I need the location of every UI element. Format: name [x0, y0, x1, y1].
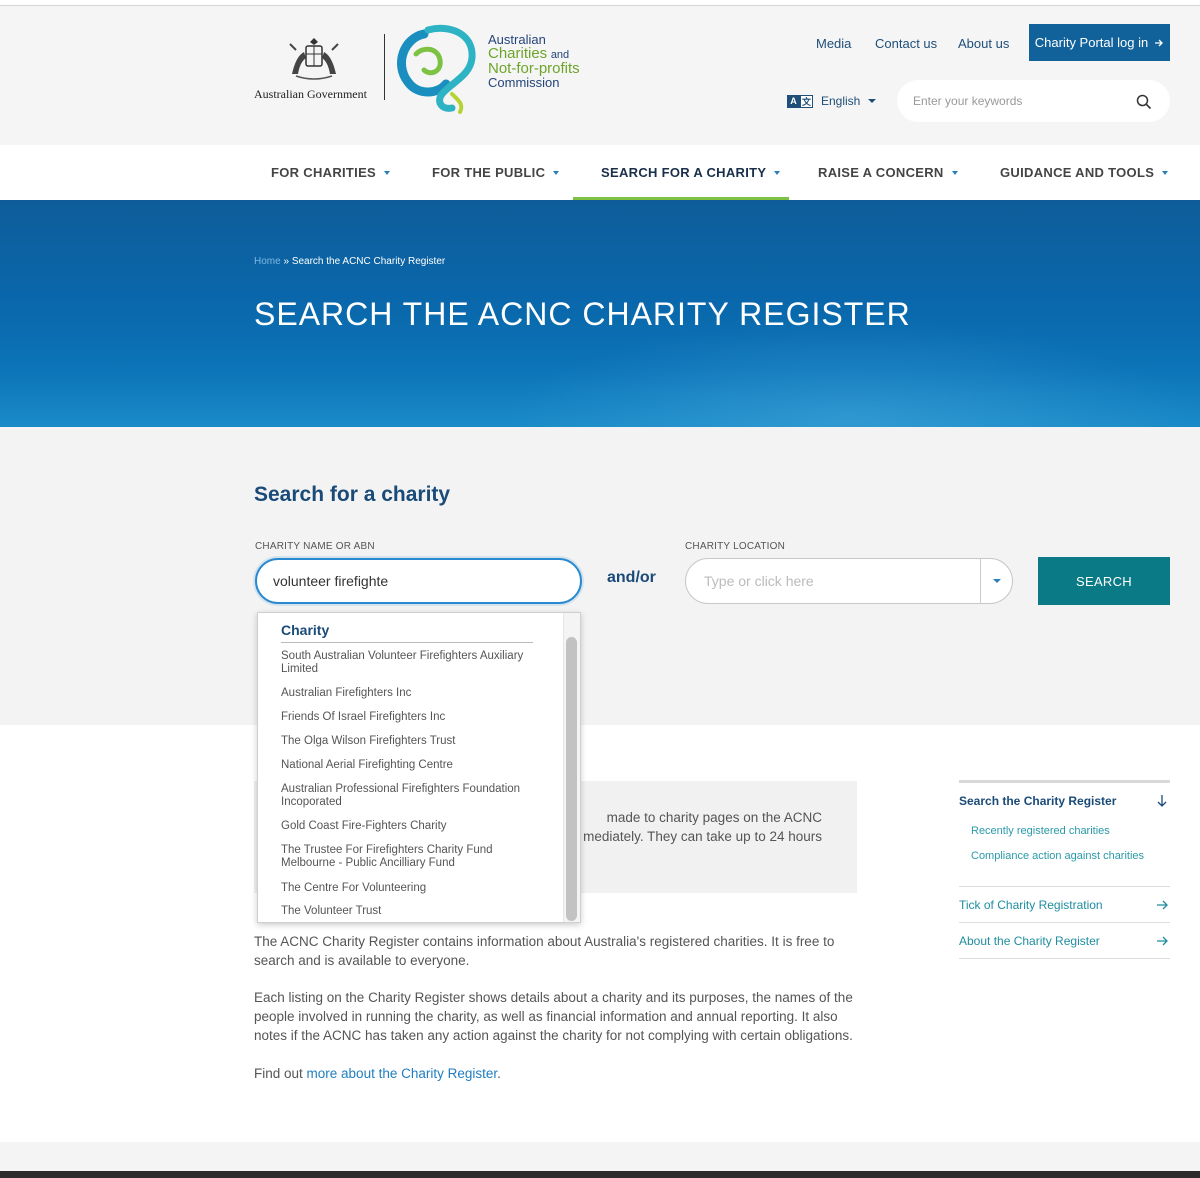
find-out-paragraph: Find out more about the Charity Register…: [254, 1064, 859, 1083]
about-us-link[interactable]: About us: [958, 36, 1009, 51]
charity-location-label: CHARITY LOCATION: [685, 541, 786, 552]
hero-banner: Home » Search the ACNC Charity Register …: [0, 200, 1200, 427]
language-selector[interactable]: A文 English: [787, 94, 877, 108]
charity-portal-login-button[interactable]: Charity Portal log in: [1029, 24, 1170, 61]
portal-button-label: Charity Portal log in: [1034, 35, 1149, 50]
sidebar-item-about-register[interactable]: About the Charity Register: [959, 934, 1170, 948]
sidebar-item-label: About the Charity Register: [959, 934, 1100, 948]
search-section: Search for a charity CHARITY NAME OR ABN…: [0, 427, 1200, 725]
more-about-register-link[interactable]: more about the Charity Register: [307, 1066, 498, 1081]
nav-for-charities[interactable]: FOR CHARITIES: [271, 145, 391, 200]
nav-label: GUIDANCE AND TOOLS: [1000, 165, 1155, 180]
page-title: SEARCH THE ACNC CHARITY REGISTER: [254, 296, 911, 332]
list-item[interactable]: Australian Firefighters Inc: [281, 687, 541, 700]
breadcrumb: Home » Search the ACNC Charity Register: [254, 256, 445, 267]
acnc-logo-icon[interactable]: [394, 24, 486, 114]
list-item[interactable]: The Centre For Volunteering: [281, 882, 541, 895]
nav-label: FOR THE PUBLIC: [432, 165, 546, 180]
dropdown-heading: Charity: [281, 622, 533, 643]
breadcrumb-separator: »: [280, 256, 292, 267]
autocomplete-dropdown: Charity South Australian Volunteer Firef…: [257, 612, 581, 923]
sidebar-item-search-register[interactable]: Search the Charity Register: [959, 794, 1170, 808]
find-out-suffix: .: [497, 1066, 501, 1081]
list-item[interactable]: South Australian Volunteer Firefighters …: [281, 650, 541, 676]
location-separator: [980, 559, 981, 603]
sidebar-divider: [959, 922, 1170, 923]
nav-label: SEARCH FOR A CHARITY: [601, 165, 767, 180]
list-item[interactable]: The Trustee For Firefighters Charity Fun…: [281, 844, 541, 870]
sidebar-item-label: Tick of Charity Registration: [959, 898, 1103, 912]
logo-divider: [384, 34, 385, 100]
charity-name-field: [255, 558, 582, 604]
acnc-line4: Commission: [488, 75, 560, 90]
contact-us-link[interactable]: Contact us: [875, 36, 937, 51]
sidebar-item-tick-of-registration[interactable]: Tick of Charity Registration: [959, 898, 1170, 912]
australian-government-logo[interactable]: Australian Government: [254, 34, 374, 104]
chevron-down-icon: [384, 170, 391, 175]
search-icon[interactable]: [1136, 94, 1152, 110]
arrow-right-icon: [1155, 39, 1164, 46]
language-label: English: [821, 94, 861, 108]
list-item[interactable]: Gold Coast Fire-Fighters Charity: [281, 820, 541, 833]
nav-raise-a-concern[interactable]: RAISE A CONCERN: [818, 145, 958, 200]
charity-location-input[interactable]: [704, 559, 964, 603]
breadcrumb-current: Search the ACNC Charity Register: [291, 256, 446, 267]
chevron-down-icon[interactable]: [993, 579, 1001, 583]
site-header: Australian Government Australian Chariti…: [0, 6, 1200, 145]
acnc-wordmark: Australian Charities and Not-for-profits…: [488, 33, 580, 90]
nav-search-for-a-charity[interactable]: SEARCH FOR A CHARITY: [601, 145, 781, 200]
footer-bar: [0, 1171, 1200, 1178]
charity-name-label: CHARITY NAME OR ABN: [255, 541, 375, 552]
sidebar-divider: [959, 886, 1170, 887]
charity-location-field: [685, 558, 1013, 604]
dropdown-scrollbar-thumb[interactable]: [566, 637, 577, 921]
list-item[interactable]: The Olga Wilson Firefighters Trust: [281, 735, 541, 748]
list-item[interactable]: Friends Of Israel Firefighters Inc: [281, 711, 541, 724]
search-button[interactable]: SEARCH: [1038, 557, 1170, 605]
list-item[interactable]: Australian Professional Firefighters Fou…: [281, 783, 541, 809]
nav-for-the-public[interactable]: FOR THE PUBLIC: [432, 145, 560, 200]
chevron-down-icon: [553, 170, 560, 175]
hero-glow: [500, 320, 1200, 427]
keyword-search-input[interactable]: [913, 80, 1123, 122]
arrow-right-icon: [1157, 900, 1168, 910]
sidebar-sub-recently-registered[interactable]: Recently registered charities: [971, 825, 1161, 837]
arrow-right-icon: [1157, 936, 1168, 946]
arrow-down-icon: [1157, 795, 1167, 807]
translate-icon: A文: [787, 94, 813, 108]
nav-guidance-and-tools[interactable]: GUIDANCE AND TOOLS: [1000, 145, 1169, 200]
details-paragraph: Each listing on the Charity Register sho…: [254, 990, 853, 1043]
list-item[interactable]: The Volunteer Trust: [281, 905, 541, 918]
breadcrumb-home-link[interactable]: Home: [254, 256, 281, 267]
sidebar-sub-compliance-action[interactable]: Compliance action against charities: [971, 850, 1161, 862]
sidebar-item-label: Search the Charity Register: [959, 794, 1117, 808]
intro-paragraph: The ACNC Charity Register contains infor…: [254, 934, 835, 968]
main-nav: FOR CHARITIES FOR THE PUBLIC SEARCH FOR …: [0, 145, 1200, 200]
nav-label: RAISE A CONCERN: [818, 165, 944, 180]
gov-text: Australian Government: [254, 87, 367, 101]
sidebar-top-bar: [959, 780, 1170, 783]
search-heading: Search for a charity: [254, 483, 451, 506]
coat-of-arms-icon: [289, 38, 339, 80]
media-link[interactable]: Media: [816, 36, 851, 51]
chevron-down-icon: [1162, 170, 1169, 175]
chevron-down-icon: [774, 170, 781, 175]
chevron-down-icon: [868, 99, 877, 103]
and-or-label: and/or: [607, 569, 656, 586]
list-item[interactable]: National Aerial Firefighting Centre: [281, 759, 541, 772]
nav-label: FOR CHARITIES: [271, 165, 377, 180]
sidebar-divider: [959, 958, 1170, 959]
charity-name-input[interactable]: [273, 560, 563, 602]
find-out-prefix: Find out: [254, 1066, 307, 1081]
acnc-line3: Not-for-profits: [488, 60, 580, 77]
chevron-down-icon: [951, 170, 958, 175]
keyword-search: [897, 80, 1170, 122]
